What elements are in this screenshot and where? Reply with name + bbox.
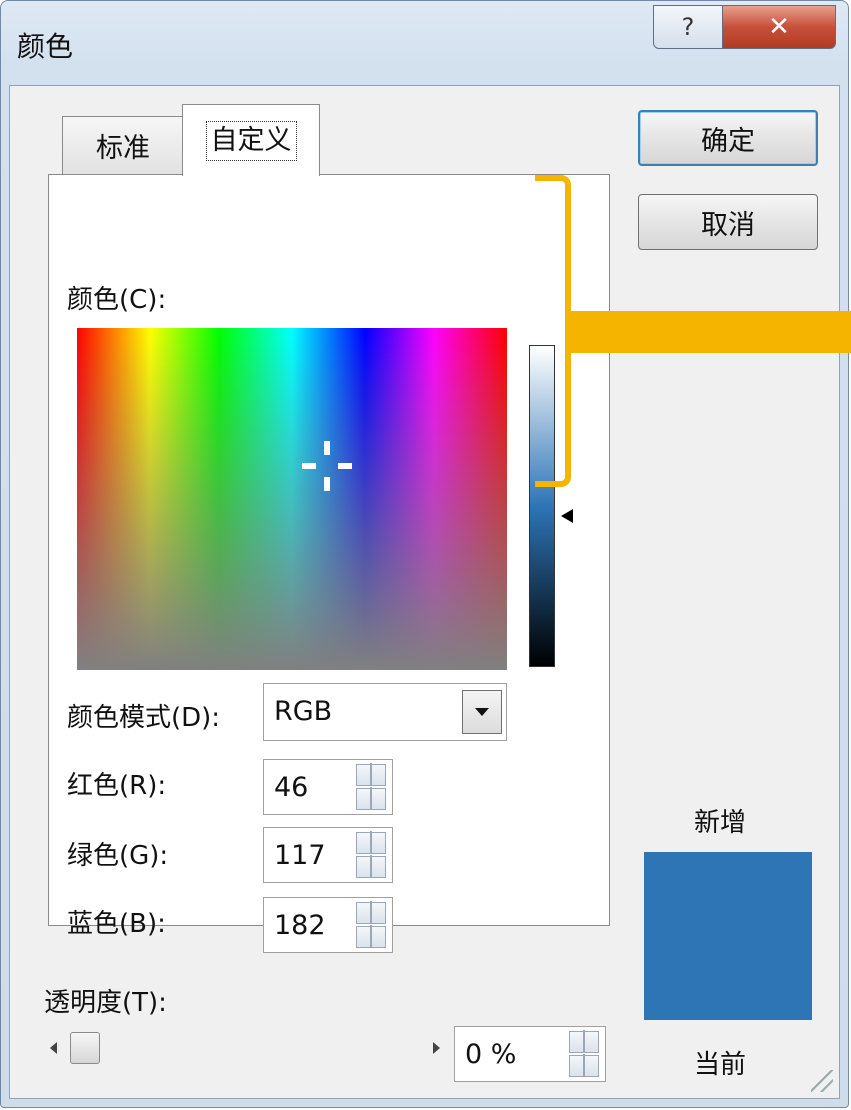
slider-thumb[interactable] (70, 1032, 100, 1064)
green-label: 绿色(G): (67, 841, 169, 871)
new-color-label: 新增 (694, 808, 747, 838)
arrow-up-icon (370, 831, 372, 853)
transparency-spinner[interactable]: 0 % (454, 1026, 606, 1082)
green-spinner[interactable]: 117 (263, 827, 393, 883)
transparency-increment-button[interactable] (569, 1030, 599, 1053)
color-spectrum[interactable] (77, 328, 507, 670)
title-bar: 颜色 ? ✕ (1, 1, 848, 85)
blue-increment-button[interactable] (356, 901, 386, 924)
ok-button-label: 确定 (701, 125, 755, 157)
ok-button[interactable]: 确定 (638, 110, 818, 166)
color-mode-label: 颜色模式(D): (67, 703, 221, 733)
tab-standard[interactable]: 标准 (62, 116, 184, 174)
close-icon: ✕ (768, 12, 790, 42)
color-preview-swatch (644, 852, 812, 1020)
cancel-button-label: 取消 (701, 209, 755, 241)
green-decrement-button[interactable] (356, 855, 386, 878)
annotation-bracket (535, 175, 571, 487)
dropdown-button[interactable] (462, 690, 502, 734)
scroll-left-icon[interactable] (50, 1042, 57, 1054)
arrow-down-icon (370, 925, 372, 947)
transparency-slider[interactable] (50, 1030, 440, 1070)
blue-decrement-button[interactable] (356, 925, 386, 948)
green-increment-button[interactable] (356, 831, 386, 854)
red-value[interactable]: 46 (274, 772, 308, 803)
blue-spinner[interactable]: 182 (263, 897, 393, 953)
current-color-label: 当前 (694, 1050, 747, 1080)
red-label: 红色(R): (67, 771, 167, 801)
tab-custom[interactable]: 自定义 (182, 104, 320, 176)
resize-grip-icon[interactable] (811, 1070, 833, 1092)
tab-custom-label: 自定义 (205, 120, 297, 161)
cancel-button[interactable]: 取消 (638, 194, 818, 250)
tab-standard-label: 标准 (96, 133, 150, 164)
blue-value[interactable]: 182 (274, 910, 326, 941)
scroll-right-icon[interactable] (433, 1042, 440, 1054)
dialog-title: 颜色 (17, 30, 74, 63)
transparency-value[interactable]: 0 % (465, 1039, 516, 1070)
chevron-down-icon (475, 708, 489, 716)
dialog-body: 标准 自定义 颜色(C): 颜色模式(D): RGB 红色(R): 46 绿色(… (9, 85, 840, 1099)
arrow-up-icon (370, 763, 372, 785)
color-mode-select[interactable]: RGB (263, 683, 507, 741)
red-spinner[interactable]: 46 (263, 759, 393, 815)
arrow-down-icon (370, 855, 372, 877)
help-button[interactable]: ? (653, 5, 723, 49)
annotation-arrow (569, 311, 851, 353)
arrow-down-icon (583, 1054, 585, 1076)
color-dialog: 颜色 ? ✕ 标准 自定义 颜色(C): 颜色模式(D): RGB 红色(R):… (0, 0, 851, 1108)
arrow-up-icon (583, 1030, 585, 1052)
arrow-down-icon (370, 787, 372, 809)
arrow-up-icon (370, 901, 372, 923)
red-increment-button[interactable] (356, 763, 386, 786)
custom-tab-panel: 颜色(C): 颜色模式(D): RGB 红色(R): 46 绿色(G): 117… (48, 174, 610, 953)
luminance-pointer-icon[interactable] (561, 509, 573, 523)
transparency-label: 透明度(T): (44, 988, 167, 1018)
crosshair-icon (302, 441, 352, 491)
green-value[interactable]: 117 (274, 840, 326, 871)
close-button[interactable]: ✕ (722, 5, 836, 49)
help-icon: ? (681, 13, 695, 41)
transparency-decrement-button[interactable] (569, 1054, 599, 1077)
color-mode-value: RGB (274, 696, 333, 727)
blue-label: 蓝色(B): (67, 909, 166, 939)
red-decrement-button[interactable] (356, 787, 386, 810)
color-label: 颜色(C): (67, 285, 167, 315)
